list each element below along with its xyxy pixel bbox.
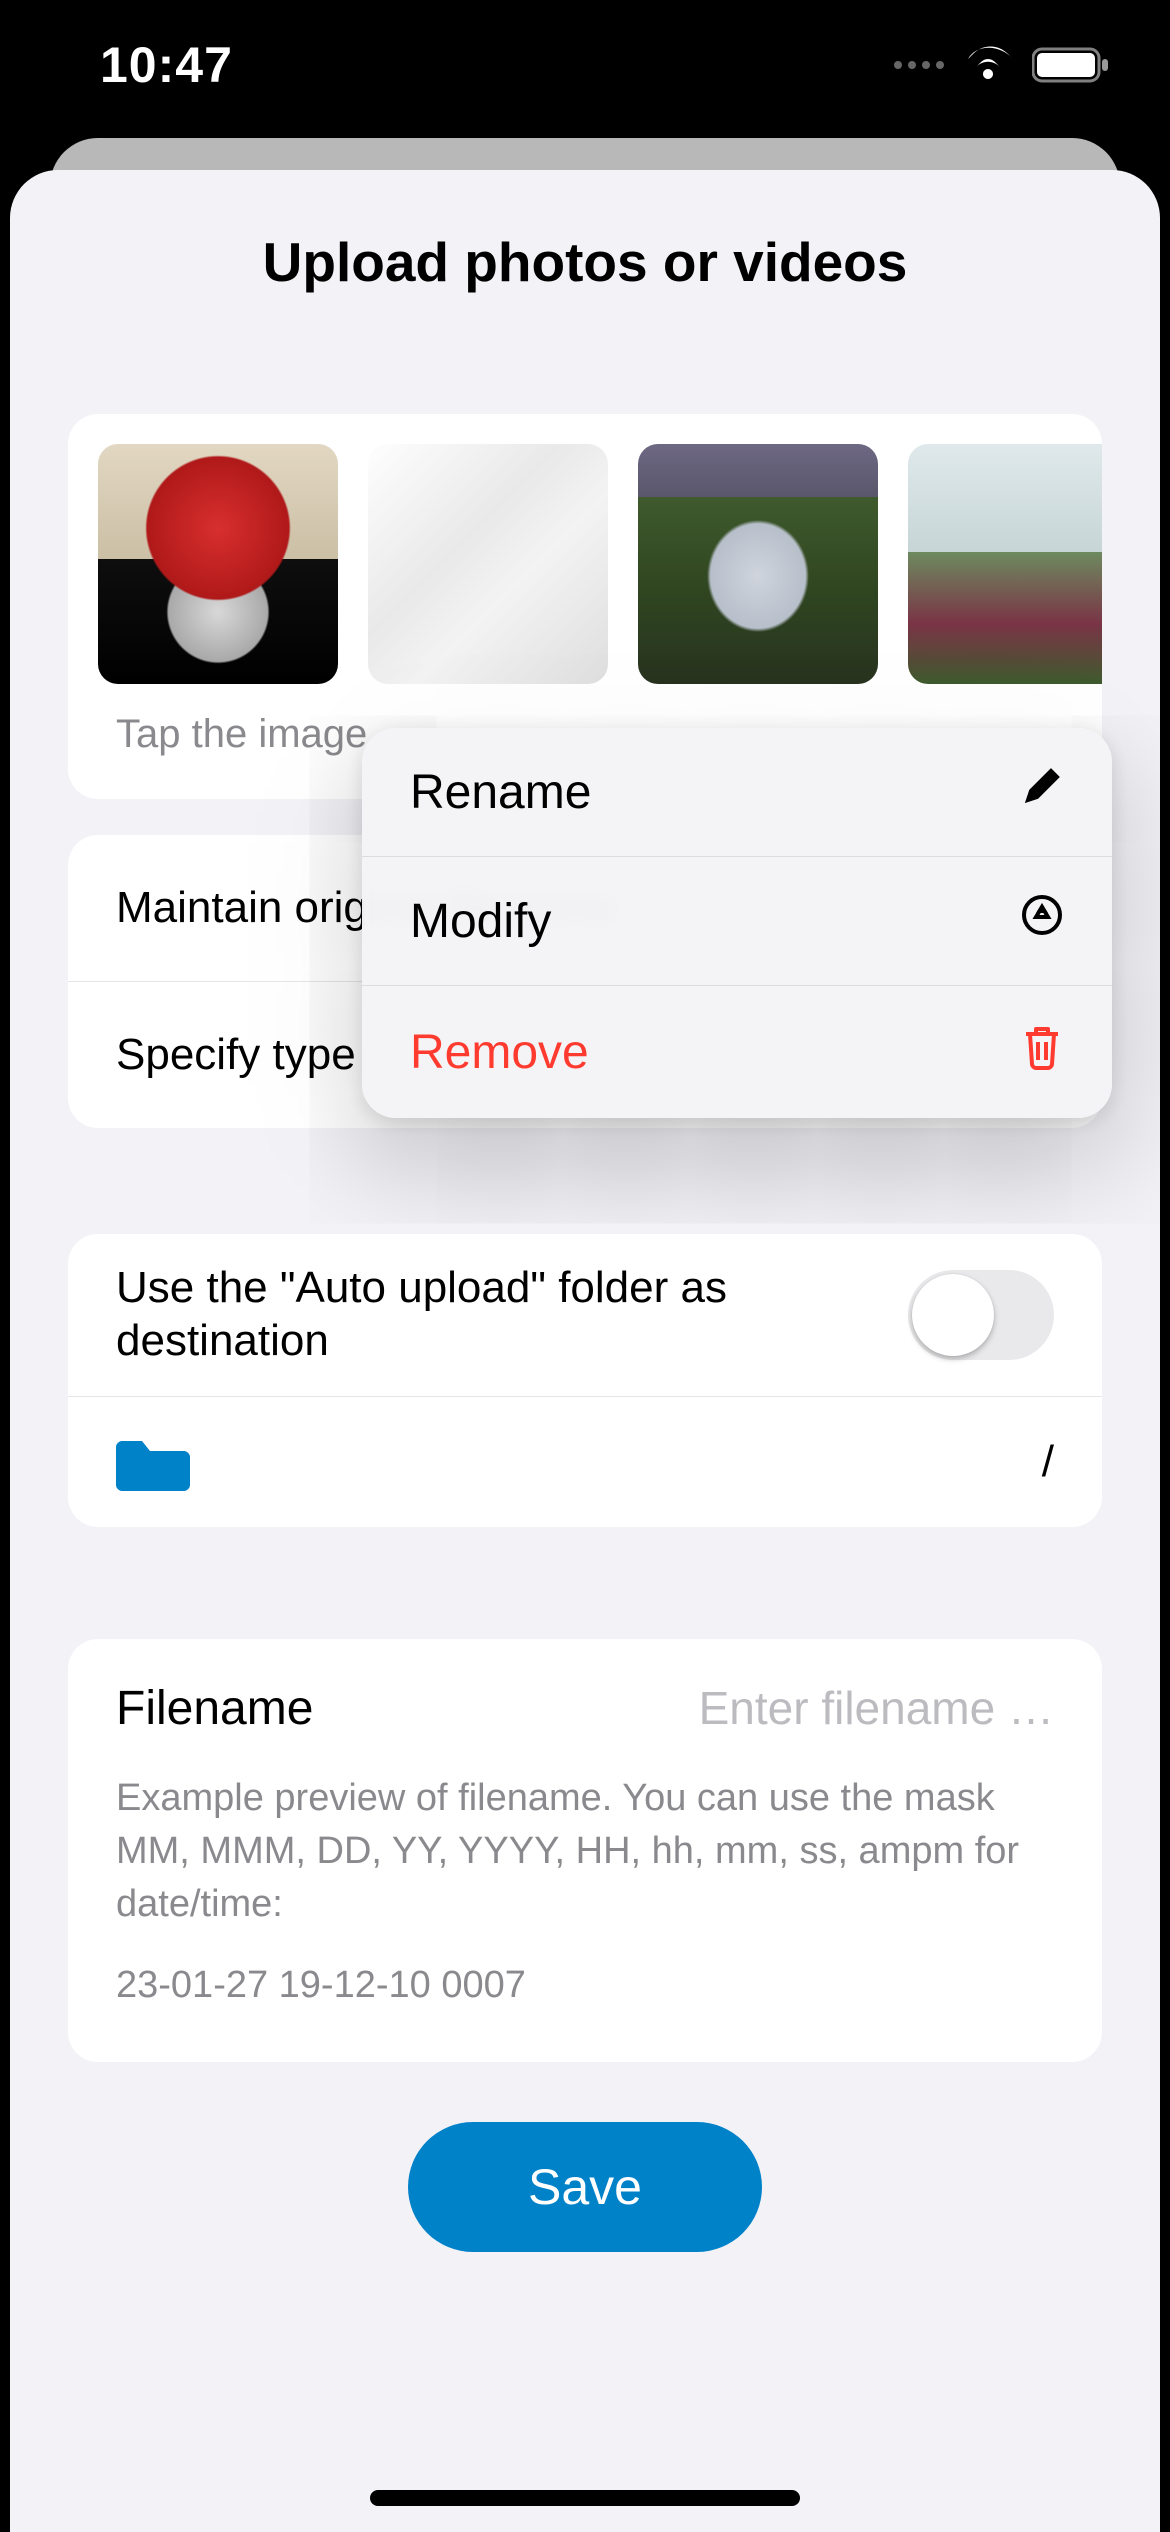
filename-card: Filename Example preview of filename. Yo… bbox=[68, 1639, 1102, 2063]
destination-card: Use the "Auto upload" folder as destinat… bbox=[68, 1234, 1102, 1527]
battery-icon bbox=[1032, 46, 1110, 84]
destination-path-row[interactable]: / bbox=[68, 1397, 1102, 1527]
auto-upload-label: Use the "Auto upload" folder as destinat… bbox=[116, 1262, 908, 1368]
filename-label: Filename bbox=[116, 1681, 313, 1736]
auto-upload-row[interactable]: Use the "Auto upload" folder as destinat… bbox=[68, 1234, 1102, 1397]
auto-upload-toggle[interactable] bbox=[908, 1270, 1054, 1360]
menu-remove-label: Remove bbox=[410, 1025, 589, 1080]
menu-modify-label: Modify bbox=[410, 894, 551, 949]
destination-path-value: / bbox=[1042, 1437, 1054, 1487]
sheet-title: Upload photos or videos bbox=[10, 230, 1160, 294]
status-indicators bbox=[894, 45, 1110, 85]
filename-example: 23-01-27 19-12-10 0007 bbox=[116, 1959, 1054, 2012]
status-bar: 10:47 bbox=[0, 0, 1170, 140]
filename-row: Filename bbox=[68, 1639, 1102, 1762]
filename-hint-text: Example preview of filename. You can use… bbox=[116, 1772, 1054, 1932]
pencil-icon bbox=[1020, 764, 1064, 820]
home-indicator[interactable] bbox=[370, 2490, 800, 2506]
folder-icon bbox=[116, 1433, 190, 1491]
menu-modify[interactable]: Modify bbox=[362, 857, 1112, 986]
upload-sheet: Upload photos or videos Tap the image Ma… bbox=[10, 170, 1160, 2532]
wifi-icon bbox=[962, 45, 1014, 85]
thumbnail-item[interactable] bbox=[908, 444, 1102, 684]
thumbnail-item[interactable] bbox=[98, 444, 338, 684]
menu-rename-label: Rename bbox=[410, 765, 591, 820]
thumbnail-item[interactable] bbox=[638, 444, 878, 684]
modify-icon bbox=[1020, 893, 1064, 949]
trash-icon bbox=[1020, 1022, 1064, 1082]
menu-remove[interactable]: Remove bbox=[362, 986, 1112, 1118]
save-button[interactable]: Save bbox=[408, 2122, 762, 2252]
cellular-dots-icon bbox=[894, 61, 944, 69]
thumbnail-item[interactable] bbox=[368, 444, 608, 684]
context-menu: Rename Modify Remove bbox=[362, 728, 1112, 1118]
thumbnail-strip[interactable] bbox=[68, 414, 1102, 694]
status-time: 10:47 bbox=[100, 36, 233, 94]
filename-hint-block: Example preview of filename. You can use… bbox=[68, 1762, 1102, 2063]
filename-input[interactable] bbox=[538, 1681, 1054, 1735]
menu-rename[interactable]: Rename bbox=[362, 728, 1112, 857]
